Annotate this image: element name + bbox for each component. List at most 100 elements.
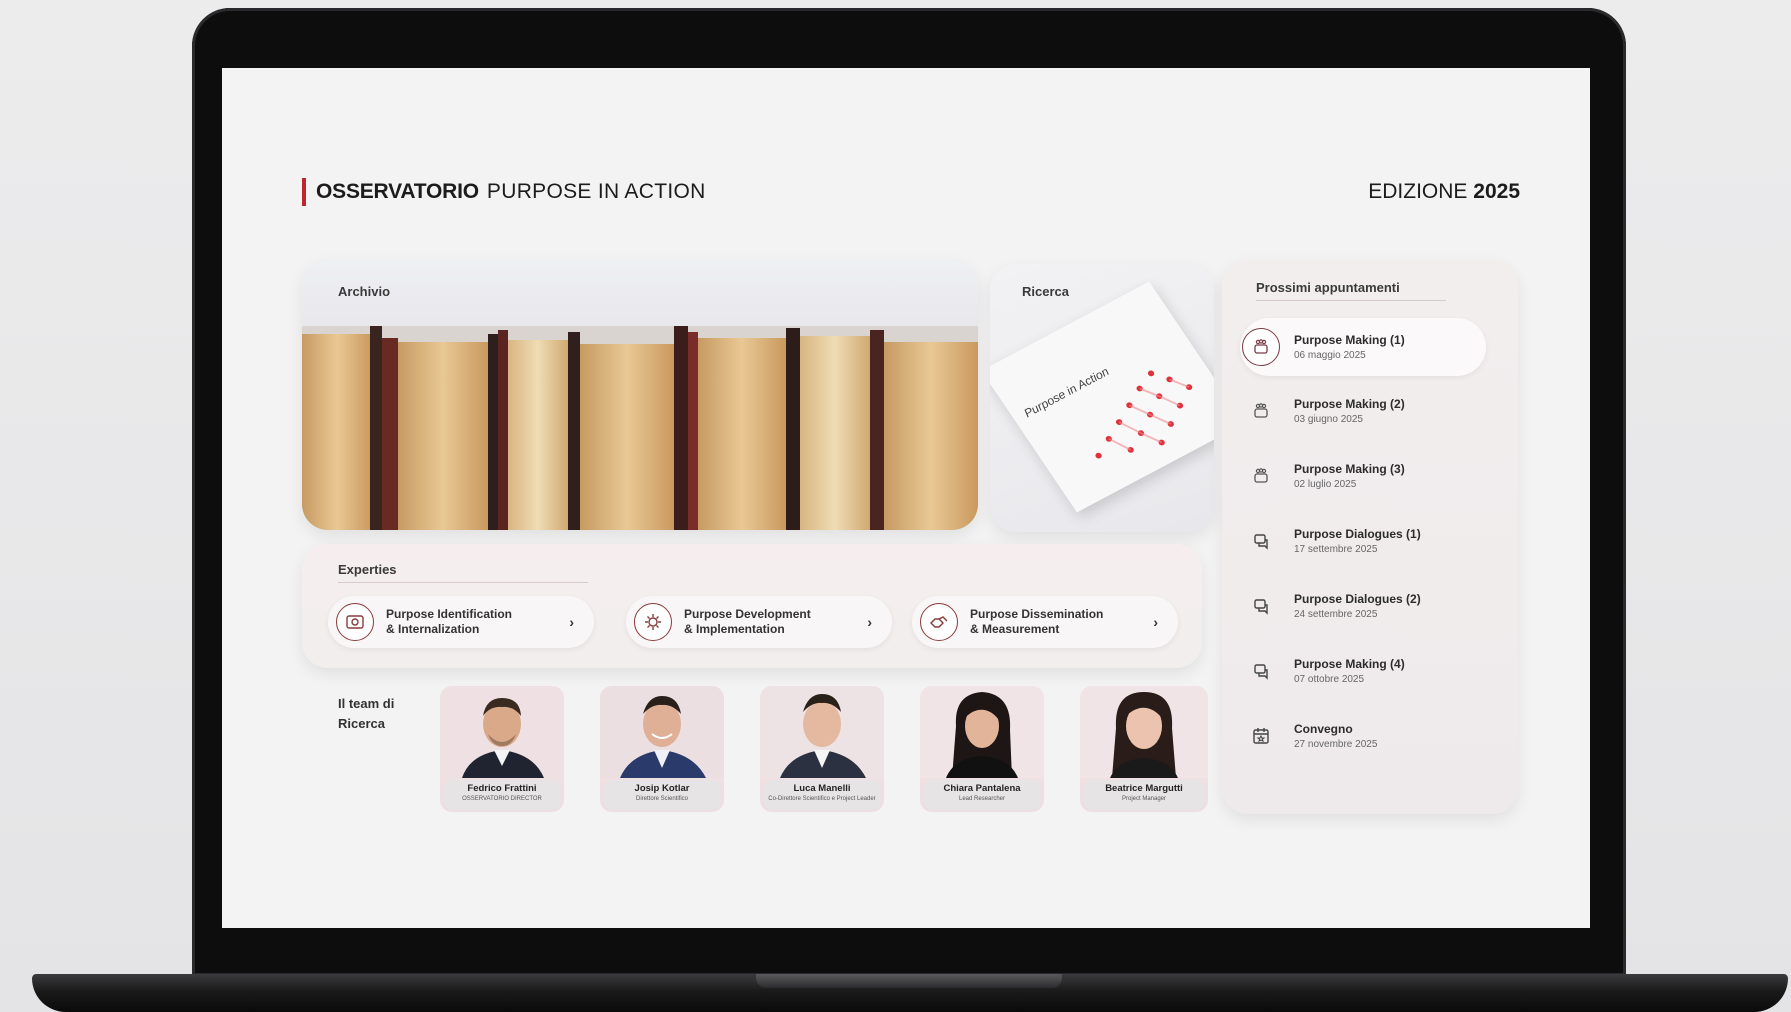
team-title-line2: Ricerca [338, 716, 385, 731]
appointment-date: 17 settembre 2025 [1294, 544, 1378, 555]
member-caption: Luca Manelli Co-Direttore Scientifico e … [764, 780, 880, 810]
appointment-date: 02 luglio 2025 [1294, 479, 1357, 490]
books-image [302, 326, 978, 530]
member-caption: Beatrice Margutti Project Manager [1084, 780, 1204, 810]
expertise-line2: & Internalization [386, 622, 480, 636]
laptop-hinge [756, 974, 1062, 988]
appointment-date: 06 maggio 2025 [1294, 350, 1366, 361]
member-role: Co-Direttore Scientifico e Project Leade… [768, 796, 876, 802]
experties-divider [338, 582, 588, 583]
chat-icon [1242, 587, 1280, 625]
expertise-label: Purpose Dissemination & Measurement [970, 607, 1140, 637]
chevron-right-icon: › [867, 614, 872, 630]
expertise-line1: Purpose Identification [386, 607, 513, 621]
avatar [920, 686, 1044, 778]
group-icon [1242, 328, 1280, 366]
expertise-line1: Purpose Dissemination [970, 607, 1104, 621]
appointment-item[interactable]: Purpose Dialogues (2) 24 settembre 2025 [1240, 577, 1486, 635]
edition-year: 2025 [1473, 180, 1520, 203]
chevron-right-icon: › [569, 614, 574, 630]
expertise-line2: & Implementation [684, 622, 785, 636]
expertise-line2: & Measurement [970, 622, 1060, 636]
appointment-text: Convegno 27 novembre 2025 [1294, 722, 1377, 750]
member-caption: Chiara Pantalena Lead Researcher [924, 780, 1040, 810]
member-role: Direttore Scientifico [635, 796, 689, 802]
appointment-title: Purpose Dialogues (1) [1294, 527, 1421, 541]
experties-title: Experties [338, 562, 397, 577]
expertise-label: Purpose Development & Implementation [684, 607, 854, 637]
avatar [440, 686, 564, 778]
team-title-line1: Il team di [338, 696, 395, 711]
appointment-text: Purpose Making (4) 07 ottobre 2025 [1294, 657, 1405, 685]
avatar [760, 686, 884, 778]
appointment-item[interactable]: Purpose Making (2) 03 giugno 2025 [1240, 382, 1486, 440]
page-header: OSSERVATORIO PURPOSE IN ACTION EDIZIONE … [302, 178, 1520, 208]
appointment-text: Purpose Dialogues (1) 17 settembre 2025 [1294, 527, 1421, 555]
appointment-item[interactable]: Purpose Making (3) 02 luglio 2025 [1240, 447, 1486, 505]
appointment-item[interactable]: Purpose Making (4) 07 ottobre 2025 [1240, 642, 1486, 700]
archivio-card[interactable]: Archivio [302, 260, 978, 530]
chat-icon [1242, 522, 1280, 560]
brand-subtitle: PURPOSE IN ACTION [486, 180, 706, 203]
appointment-text: Purpose Making (1) 06 maggio 2025 [1294, 333, 1405, 361]
member-role: Project Manager [1121, 796, 1167, 802]
appointment-title: Purpose Making (1) [1294, 333, 1405, 347]
group-icon [1242, 392, 1280, 430]
appointments-card: Prossimi appuntamenti Purpose Making (1)… [1222, 260, 1518, 814]
appointment-date: 03 giugno 2025 [1294, 414, 1363, 425]
expertise-label: Purpose Identification & Internalization [386, 607, 556, 637]
appointment-title: Purpose Making (4) [1294, 657, 1405, 671]
appointment-text: Purpose Making (2) 03 giugno 2025 [1294, 397, 1405, 425]
appointments-title: Prossimi appuntamenti [1256, 280, 1400, 295]
expertise-dissemination[interactable]: Purpose Dissemination & Measurement › [912, 596, 1178, 648]
appointment-date: 24 settembre 2025 [1294, 609, 1378, 620]
calendar-icon [1242, 717, 1280, 755]
screen: OSSERVATORIO PURPOSE IN ACTION EDIZIONE … [222, 68, 1590, 928]
member-name: Beatrice Margutti [1105, 783, 1183, 794]
brand-title: OSSERVATORIO [316, 180, 479, 203]
appointment-date: 27 novembre 2025 [1294, 739, 1378, 750]
archivio-title: Archivio [338, 284, 391, 299]
expertise-identification[interactable]: Purpose Identification & Internalization… [328, 596, 594, 648]
member-role: Lead Researcher [958, 796, 1006, 802]
team-member[interactable]: Chiara Pantalena Lead Researcher [920, 686, 1044, 812]
appointment-title: Purpose Making (3) [1294, 462, 1405, 476]
avatar [1080, 686, 1208, 778]
appointment-item[interactable]: Purpose Making (1) 06 maggio 2025 [1240, 318, 1486, 376]
team-member[interactable]: Josip Kotlar Direttore Scientifico [600, 686, 724, 812]
gear-icon [634, 603, 672, 641]
appointment-item[interactable]: Purpose Dialogues (1) 17 settembre 2025 [1240, 512, 1486, 570]
expertise-line1: Purpose Development [684, 607, 811, 621]
brand-accent-bar [302, 178, 306, 206]
chevron-right-icon: › [1153, 614, 1158, 630]
member-role: OSSERVATORIO DIRECTOR [462, 796, 542, 802]
target-icon [336, 603, 374, 641]
appointment-title: Purpose Dialogues (2) [1294, 592, 1421, 606]
expertise-development[interactable]: Purpose Development & Implementation › [626, 596, 892, 648]
dots-graphic [1095, 370, 1193, 459]
appointment-text: Purpose Dialogues (2) 24 settembre 2025 [1294, 592, 1421, 620]
member-name: Chiara Pantalena [943, 783, 1021, 794]
member-name: Luca Manelli [793, 783, 851, 794]
appointment-text: Purpose Making (3) 02 luglio 2025 [1294, 462, 1405, 490]
member-caption: Josip Kotlar Direttore Scientifico [604, 780, 720, 810]
avatar [600, 686, 724, 778]
team-member[interactable]: Fedrico Frattini OSSERVATORIO DIRECTOR [440, 686, 564, 812]
member-name: Josip Kotlar [634, 783, 690, 794]
member-caption: Fedrico Frattini OSSERVATORIO DIRECTOR [444, 780, 560, 810]
ricerca-card[interactable]: Ricerca Purpose in Action [990, 264, 1214, 532]
ricerca-title: Ricerca [1022, 284, 1069, 299]
handshake-icon [920, 603, 958, 641]
brand[interactable]: OSSERVATORIO PURPOSE IN ACTION [302, 178, 706, 206]
team-title: Il team di Ricerca [338, 694, 418, 734]
appointment-title: Convegno [1294, 722, 1353, 736]
appointment-item[interactable]: Convegno 27 novembre 2025 [1240, 707, 1486, 765]
member-name: Fedrico Frattini [467, 783, 537, 794]
edition-label: EDIZIONE 2025 [1368, 180, 1520, 204]
chat-icon [1242, 652, 1280, 690]
team-member[interactable]: Beatrice Margutti Project Manager [1080, 686, 1208, 812]
appointments-divider [1256, 300, 1446, 301]
experties-card: Experties Purpose Identification & Inter… [302, 544, 1202, 668]
team-member[interactable]: Luca Manelli Co-Direttore Scientifico e … [760, 686, 884, 812]
group-icon [1242, 457, 1280, 495]
